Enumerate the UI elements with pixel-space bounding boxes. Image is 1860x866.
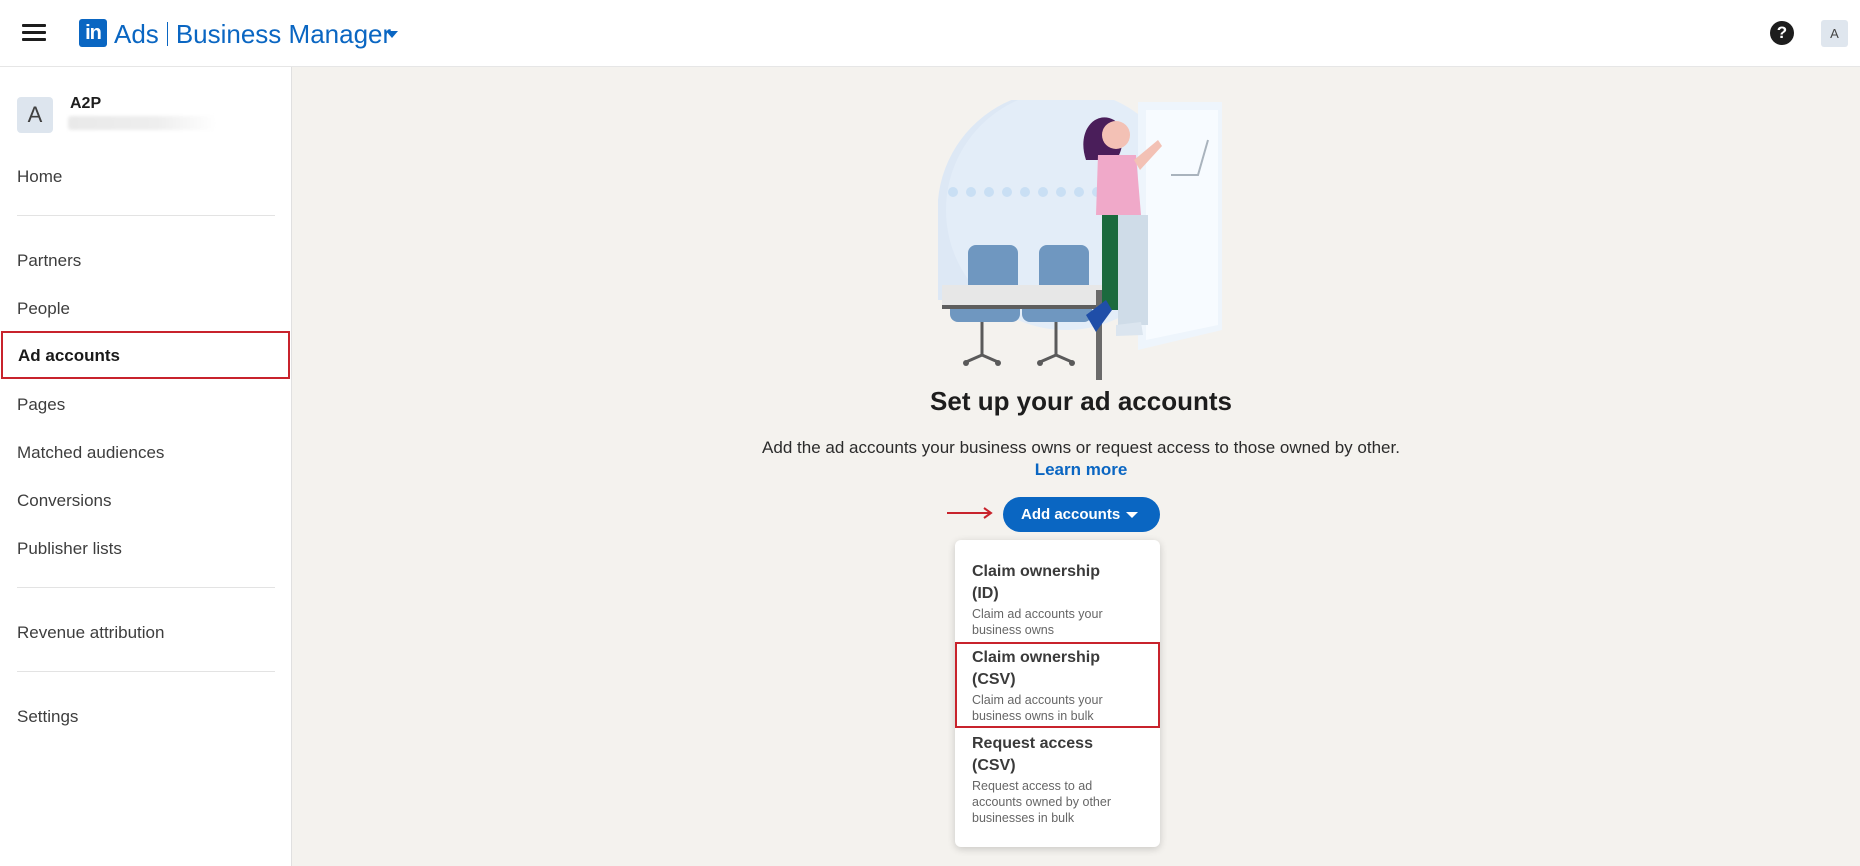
- arrow-right-icon: [947, 507, 993, 519]
- account-id-redacted: [68, 116, 216, 130]
- menu-item-request-access-csv[interactable]: Request access (CSV) Request access to a…: [955, 733, 1160, 833]
- sidebar-item-label: Publisher lists: [17, 539, 122, 558]
- sidebar-item-ad-accounts[interactable]: Ad accounts: [1, 331, 290, 379]
- add-accounts-menu: Claim ownership (ID) Claim ad accounts y…: [955, 540, 1160, 847]
- sidebar-item-label: Conversions: [17, 491, 112, 510]
- sidebar-divider: [17, 215, 275, 216]
- sidebar-divider: [17, 671, 275, 672]
- sidebar-item-revenue-attribution[interactable]: Revenue attribution: [0, 610, 290, 656]
- menu-item-description: business owns: [972, 623, 1054, 637]
- add-accounts-button[interactable]: Add accounts: [1003, 497, 1160, 532]
- page-title: Set up your ad accounts: [930, 386, 1232, 416]
- menu-item-description: business owns in bulk: [972, 709, 1094, 723]
- page-description: Add the ad accounts your business owns o…: [762, 438, 1400, 457]
- sidebar-item-partners[interactable]: Partners: [0, 238, 290, 284]
- top-bar: in Ads Business Manager ? A: [0, 0, 1860, 67]
- menu-item-description: businesses in bulk: [972, 811, 1075, 825]
- help-icon[interactable]: ?: [1770, 21, 1794, 45]
- title-divider: [166, 22, 168, 46]
- account-name: A2P: [70, 95, 102, 112]
- menu-item-title: Request access: [972, 735, 1093, 752]
- menu-item-description: Request access to ad: [972, 779, 1093, 793]
- sidebar-item-label: Partners: [17, 251, 82, 270]
- sidebar-item-settings[interactable]: Settings: [0, 694, 290, 740]
- sidebar-item-label: Ad accounts: [18, 346, 121, 365]
- learn-more-link[interactable]: Learn more: [0, 460, 1860, 480]
- caret-down-icon[interactable]: [386, 31, 398, 38]
- menu-item-title: (CSV): [972, 757, 1016, 774]
- menu-item-title: (CSV): [972, 671, 1016, 688]
- sidebar-item-label: Settings: [17, 707, 79, 726]
- sidebar-item-label: Revenue attribution: [17, 623, 165, 642]
- app-name: Business Manager: [175, 19, 392, 49]
- sidebar-item-home[interactable]: Home: [0, 154, 290, 200]
- menu-item-description: accounts owned by other: [972, 795, 1111, 809]
- sidebar-item-label: People: [17, 299, 70, 318]
- hamburger-icon[interactable]: [22, 24, 46, 42]
- menu-item-claim-ownership-id[interactable]: Claim ownership (ID) Claim ad accounts y…: [955, 561, 1160, 637]
- menu-item-claim-ownership-csv[interactable]: Claim ownership (CSV) Claim ad accounts …: [955, 642, 1160, 728]
- menu-item-description: Claim ad accounts your: [972, 693, 1103, 707]
- account-avatar: A: [17, 97, 53, 133]
- app-title[interactable]: Ads Business Manager: [114, 18, 391, 50]
- caret-down-icon: [1126, 512, 1138, 518]
- menu-item-title: (ID): [972, 585, 999, 602]
- menu-item-title: Claim ownership: [972, 649, 1101, 666]
- menu-item-title: Claim ownership: [972, 563, 1101, 580]
- sidebar-item-label: Home: [17, 167, 63, 186]
- add-accounts-label: Add accounts: [1021, 506, 1121, 523]
- linkedin-logo-icon[interactable]: in: [79, 19, 107, 47]
- product-name: Ads: [114, 19, 159, 49]
- sidebar-item-people[interactable]: People: [0, 286, 290, 332]
- setup-illustration: [938, 100, 1222, 380]
- sidebar-divider: [17, 587, 275, 588]
- menu-item-description: Claim ad accounts your: [972, 607, 1103, 621]
- sidebar-item-publisher-lists[interactable]: Publisher lists: [0, 526, 290, 572]
- sidebar-item-conversions[interactable]: Conversions: [0, 478, 290, 524]
- user-avatar[interactable]: A: [1821, 20, 1848, 47]
